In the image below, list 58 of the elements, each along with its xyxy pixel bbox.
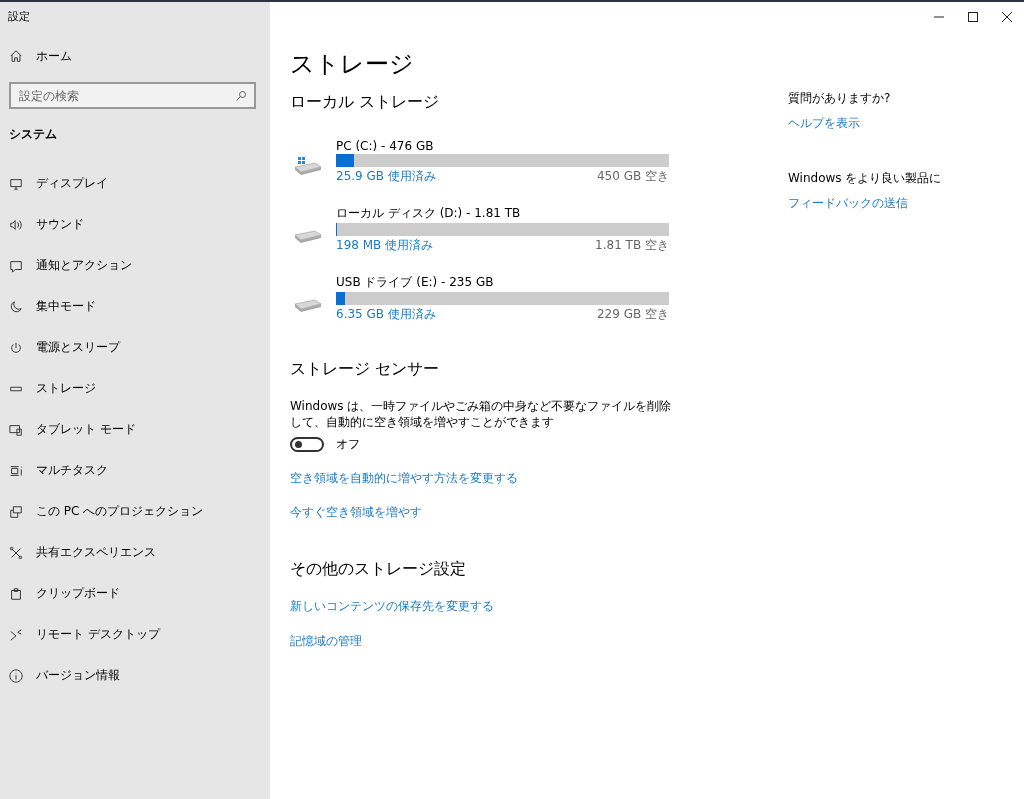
- section-heading: ストレージ センサー: [290, 359, 441, 380]
- aside-link[interactable]: ヘルプを表示: [788, 116, 860, 130]
- used-space-link[interactable]: 6.35 GB 使用済み: [336, 306, 436, 323]
- menu-item-icon: [9, 258, 23, 273]
- free-space-text: 229 GB 空き: [596, 306, 669, 323]
- sidebar-item[interactable]: タブレット モード: [0, 409, 270, 450]
- aside-text: 質問がありますか?: [788, 90, 892, 107]
- sidebar-item[interactable]: この PC へのプロジェクション: [0, 491, 270, 532]
- search-field[interactable]: 設定の検索: [9, 82, 256, 109]
- free-space-text: 1.81 TB 空き: [595, 237, 669, 254]
- settings-link[interactable]: 記憶域の管理: [290, 634, 362, 648]
- page-title: ストレージ: [290, 49, 415, 80]
- section-heading: その他のストレージ設定: [290, 559, 467, 580]
- drive-name: PC (C:) - 476 GB: [336, 139, 435, 153]
- sidebar-item[interactable]: クリップボード: [0, 573, 270, 614]
- sidebar-item[interactable]: 電源とスリープ: [0, 327, 270, 368]
- aside-text: Windows をより良い製品に: [788, 170, 942, 187]
- toggle-switch[interactable]: [290, 437, 324, 452]
- sidebar-item[interactable]: ディスプレイ: [0, 163, 270, 204]
- used-space-link[interactable]: 198 MB 使用済み: [336, 237, 434, 254]
- menu-item-icon: [9, 627, 23, 642]
- menu-item-icon: [9, 217, 23, 232]
- sidebar-item[interactable]: サウンド: [0, 204, 270, 245]
- menu-item-icon: [9, 504, 23, 519]
- menu-item-icon: [9, 422, 23, 437]
- aside-link[interactable]: フィードバックの送信: [788, 196, 908, 210]
- menu-item-icon: [9, 668, 23, 683]
- sidebar-item[interactable]: リモート デスクトップ: [0, 614, 270, 655]
- drive-icon: [294, 155, 322, 177]
- sidebar-item[interactable]: ストレージ: [0, 368, 270, 409]
- free-space-text: 450 GB 空き: [596, 168, 669, 185]
- description-text: Windows は、一時ファイルやごみ箱の中身など不要なファイルを削除して、自動的に空き領域を増やすことができます: [290, 398, 673, 430]
- settings-link[interactable]: 新しいコンテンツの保存先を変更する: [290, 599, 494, 613]
- menu-item-icon: [9, 545, 23, 560]
- home-icon: [9, 49, 23, 63]
- settings-link[interactable]: 今すぐ空き領域を増やす: [290, 505, 422, 519]
- used-space-link[interactable]: 25.9 GB 使用済み: [336, 168, 436, 185]
- home-nav-item[interactable]: ホーム: [0, 44, 270, 68]
- sidebar-item[interactable]: マルチタスク: [0, 450, 270, 491]
- close-icon: [1002, 12, 1012, 22]
- maximize-icon: [968, 12, 978, 22]
- sidebar-item[interactable]: 共有エクスペリエンス: [0, 532, 270, 573]
- menu-item-icon: [9, 176, 23, 191]
- search-icon: [235, 90, 247, 102]
- section-heading: システム: [8, 126, 58, 143]
- section-heading: ローカル ストレージ: [290, 92, 441, 113]
- sidebar-item[interactable]: 通知とアクション: [0, 245, 270, 286]
- menu-item-icon: [9, 299, 23, 314]
- settings-link[interactable]: 空き領域を自動的に増やす方法を変更する: [290, 471, 518, 485]
- sidebar-item[interactable]: 集中モード: [0, 286, 270, 327]
- drive-name: USB ドライブ (E:) - 235 GB: [336, 274, 495, 291]
- drive-name: ローカル ディスク (D:) - 1.81 TB: [336, 205, 522, 222]
- menu-item-icon: [9, 586, 23, 601]
- toggle-label: オフ: [336, 436, 360, 453]
- sidebar-item[interactable]: バージョン情報: [0, 655, 270, 696]
- menu-item-icon: [9, 340, 23, 355]
- menu-item-icon: [9, 463, 23, 478]
- window-title: 設定: [7, 9, 31, 24]
